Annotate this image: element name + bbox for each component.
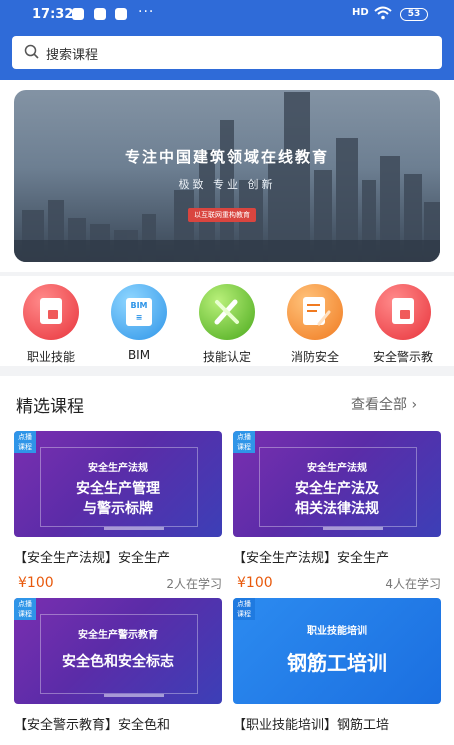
course-badge: 点播 课程 xyxy=(14,598,36,620)
app-header: 17:32 ··· HD 53 搜索课程 xyxy=(0,0,454,80)
thumb-category: 安全生产警示教育 xyxy=(78,630,158,641)
course-price: ¥100 xyxy=(18,575,54,591)
thumb-category: 安全生产法规 xyxy=(88,463,148,474)
course-badge: 点播 课程 xyxy=(233,598,255,620)
status-bar: 17:32 ··· HD 53 xyxy=(0,0,454,30)
category-label: 安全警示教 xyxy=(372,350,433,364)
banner-tag: 以互联网重构教育 xyxy=(188,208,256,222)
course-thumbnail: 点播 课程 安全生产法规 安全生产法及 相关法律法规 xyxy=(233,431,441,537)
signal-icon: HD xyxy=(352,7,369,18)
banner-section: 专注中国建筑领域在线教育 极致 专业 创新 以互联网重构教育 xyxy=(0,80,454,272)
course-price: ¥100 xyxy=(237,575,273,591)
course-title: 【职业技能培训】钢筋工培 xyxy=(233,718,390,733)
document-icon xyxy=(23,284,79,340)
notification-icon xyxy=(72,8,84,20)
category-label: 消防安全 xyxy=(290,350,339,364)
course-thumbnail: 点播 课程 安全生产法规 安全生产管理 与警示标牌 xyxy=(14,431,222,537)
thumb-title: 安全生产管理 与警示标牌 xyxy=(76,481,160,517)
thumb-title: 安全色和安全标志 xyxy=(62,654,174,670)
course-title: 【安全生产法规】安全生产 xyxy=(14,551,171,566)
course-badge: 点播 课程 xyxy=(14,431,36,453)
course-title: 【安全警示教育】安全色和 xyxy=(14,718,171,733)
category-bim[interactable]: BIM ≡ BIM xyxy=(94,284,184,364)
featured-courses-section: 精选课程 查看全部 › 点播 课程 安全生产法规 安全生产管理 与警示标牌 【安… xyxy=(0,376,454,745)
battery-icon: 53 xyxy=(400,8,428,21)
category-label: 职业技能 xyxy=(26,350,75,364)
category-vocational-skills[interactable]: 职业技能 xyxy=(6,284,96,364)
status-time: 17:32 xyxy=(32,7,74,22)
more-notifications-icon: ··· xyxy=(138,4,155,20)
banner-title: 专注中国建筑领域在线教育 xyxy=(124,148,329,166)
category-label: BIM xyxy=(127,348,151,362)
thumb-category: 安全生产法规 xyxy=(307,463,367,474)
category-skill-certification[interactable]: 技能认定 xyxy=(182,284,272,364)
thumb-title: 钢筋工培训 xyxy=(287,651,387,675)
tools-icon xyxy=(199,284,255,340)
category-row: 职业技能 BIM ≡ BIM 技能认定 消防安全 安全警示教 xyxy=(0,276,454,366)
course-learners: 4人在学习 xyxy=(385,577,441,591)
course-thumbnail: 点播 课程 职业技能培训 钢筋工培训 xyxy=(233,598,441,704)
notification-icon xyxy=(94,8,106,20)
view-all-link[interactable]: 查看全部 › xyxy=(351,394,417,414)
thumb-category: 职业技能培训 xyxy=(307,626,367,637)
course-thumbnail: 点播 课程 安全生产警示教育 安全色和安全标志 xyxy=(14,598,222,704)
wifi-icon xyxy=(374,6,392,20)
banner-carousel[interactable]: 专注中国建筑领域在线教育 极致 专业 创新 以互联网重构教育 xyxy=(14,90,440,262)
search-bar[interactable]: 搜索课程 xyxy=(12,36,442,69)
chevron-right-icon: › xyxy=(411,397,418,413)
banner-subtitle: 极致 专业 创新 xyxy=(178,178,276,191)
bim-icon: BIM ≡ xyxy=(111,284,167,340)
course-badge: 点播 课程 xyxy=(233,431,255,453)
category-safety-warning[interactable]: 安全警示教 xyxy=(358,284,448,364)
thumb-title: 安全生产法及 相关法律法规 xyxy=(295,481,379,517)
edit-document-icon xyxy=(287,284,343,340)
category-label: 技能认定 xyxy=(202,350,251,364)
search-placeholder: 搜索课程 xyxy=(46,48,99,63)
document-icon xyxy=(375,284,431,340)
search-icon xyxy=(24,44,39,59)
notification-icon xyxy=(115,8,127,20)
category-fire-safety[interactable]: 消防安全 xyxy=(270,284,360,364)
section-title: 精选课程 xyxy=(16,397,84,417)
view-all-label: 查看全部 xyxy=(351,397,407,413)
course-title: 【安全生产法规】安全生产 xyxy=(233,551,390,566)
course-learners: 2人在学习 xyxy=(166,577,222,591)
